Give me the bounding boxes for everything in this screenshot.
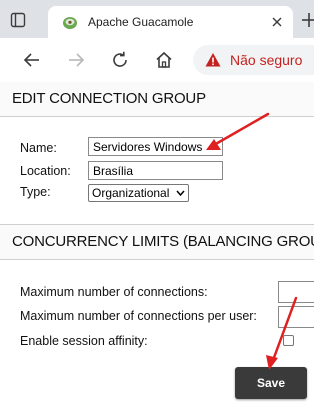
location-field[interactable]: Brasília xyxy=(88,161,223,180)
session-affinity-label: Enable session affinity: xyxy=(20,334,148,348)
chevron-down-icon xyxy=(176,190,185,197)
address-bar[interactable]: Não seguro xyxy=(193,45,314,75)
tab-strip: Apache Guacamole xyxy=(0,0,314,38)
session-affinity-checkbox[interactable] xyxy=(283,335,294,346)
type-select-value: Organizational xyxy=(92,186,170,200)
name-label: Name: xyxy=(20,141,57,155)
security-status[interactable]: Não seguro xyxy=(230,52,302,68)
back-arrow-icon[interactable] xyxy=(22,50,42,70)
type-label: Type: xyxy=(20,185,51,199)
browser-window: Apache Guacamole Não seguro EDIT CONNECT… xyxy=(0,0,314,404)
section-title: CONCURRENCY LIMITS (BALANCING GROUPS) xyxy=(12,233,314,250)
type-select[interactable]: Organizational xyxy=(88,184,189,202)
plus-icon[interactable] xyxy=(299,10,314,30)
max-connections-field[interactable] xyxy=(278,281,314,303)
max-connections-per-user-field[interactable] xyxy=(278,306,314,328)
guacamole-favicon xyxy=(63,17,77,29)
browser-toolbar: Não seguro xyxy=(0,38,314,83)
forward-arrow-icon[interactable] xyxy=(66,50,86,70)
reload-icon[interactable] xyxy=(110,50,130,70)
max-connections-per-user-label: Maximum number of connections per user: xyxy=(20,309,257,323)
save-button[interactable]: Save xyxy=(235,367,307,399)
tab-apache-guacamole[interactable]: Apache Guacamole xyxy=(48,6,293,38)
close-icon[interactable] xyxy=(269,14,285,30)
home-icon[interactable] xyxy=(154,50,174,70)
warning-icon[interactable] xyxy=(205,52,221,68)
location-label: Location: xyxy=(20,164,71,178)
tab-title: Apache Guacamole xyxy=(88,15,194,29)
max-connections-label: Maximum number of connections: xyxy=(20,285,208,299)
section-title: EDIT CONNECTION GROUP xyxy=(12,90,206,107)
edit-connection-group-header: EDIT CONNECTION GROUP xyxy=(0,82,314,117)
concurrency-limits-header: CONCURRENCY LIMITS (BALANCING GROUPS) xyxy=(0,224,314,260)
tab-actions-icon[interactable] xyxy=(10,12,26,28)
name-field[interactable]: Servidores Windows xyxy=(88,137,223,156)
